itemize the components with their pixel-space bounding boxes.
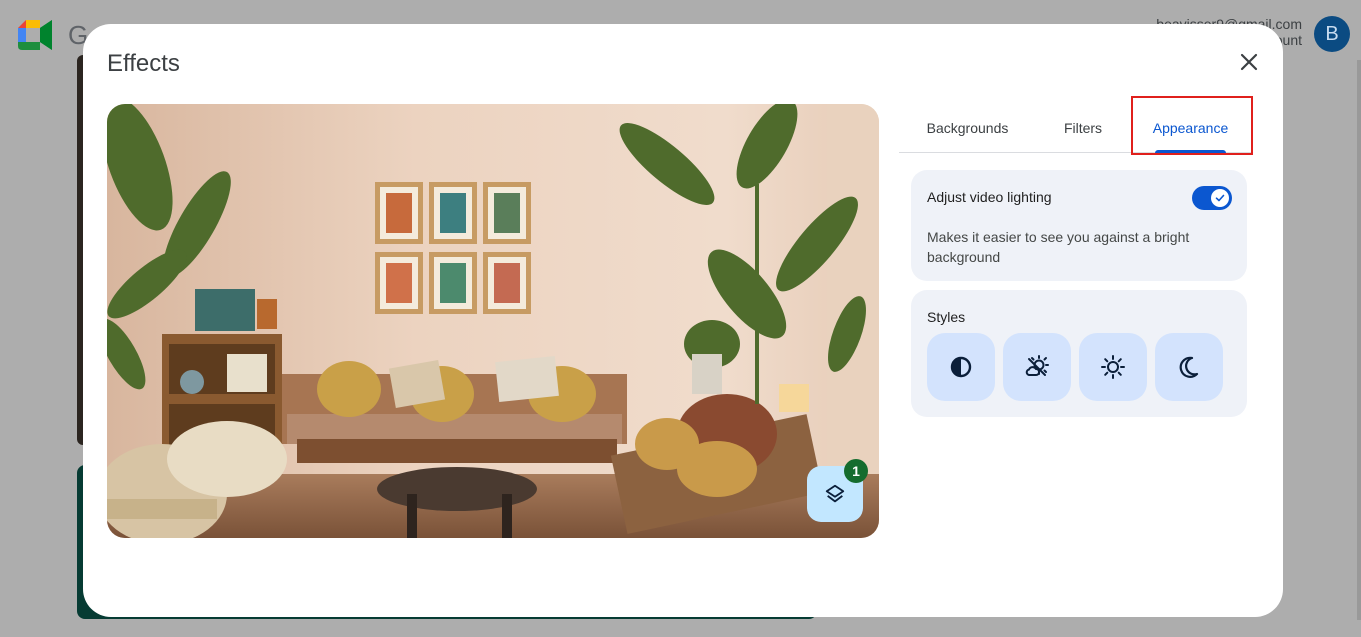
- sun-icon: [1101, 355, 1125, 379]
- applied-effects-badge: 1: [844, 459, 868, 483]
- style-contrast-button[interactable]: [927, 333, 995, 401]
- dialog-title: Effects: [107, 50, 180, 77]
- close-icon: [1240, 53, 1258, 71]
- style-dark-button[interactable]: [1155, 333, 1223, 401]
- style-partly-cloudy-button[interactable]: [1003, 333, 1071, 401]
- adjust-lighting-card: Adjust video lighting Makes it easier to…: [911, 170, 1247, 281]
- partly-cloudy-icon: [1025, 355, 1049, 376]
- close-button[interactable]: [1235, 48, 1263, 76]
- styles-options: [927, 333, 1223, 401]
- style-bright-button[interactable]: [1079, 333, 1147, 401]
- contrast-icon: [950, 356, 972, 378]
- layers-icon: [825, 484, 845, 503]
- toggle-knob: [1211, 189, 1229, 207]
- moon-icon: [1179, 356, 1199, 378]
- check-icon: [1215, 194, 1225, 202]
- tab-filters[interactable]: Filters: [1036, 104, 1130, 152]
- effects-tabs: Backgrounds Filters Appearance: [899, 104, 1251, 153]
- scrollbar[interactable]: [1357, 60, 1361, 620]
- styles-label: Styles: [927, 309, 966, 325]
- tab-appearance[interactable]: Appearance: [1130, 104, 1251, 153]
- adjust-lighting-label: Adjust video lighting: [927, 189, 1052, 205]
- styles-card: Styles: [911, 290, 1247, 417]
- meet-logo-icon: [18, 20, 54, 50]
- avatar[interactable]: B: [1314, 16, 1350, 52]
- adjust-lighting-description: Makes it easier to see you against a bri…: [927, 229, 1190, 265]
- video-preview: [107, 104, 879, 538]
- background-preview-image: [107, 104, 879, 538]
- effects-dialog: Effects 1 Backgrounds Filters Appearance…: [83, 24, 1283, 617]
- tab-backgrounds[interactable]: Backgrounds: [899, 104, 1036, 152]
- adjust-lighting-toggle[interactable]: [1192, 186, 1232, 210]
